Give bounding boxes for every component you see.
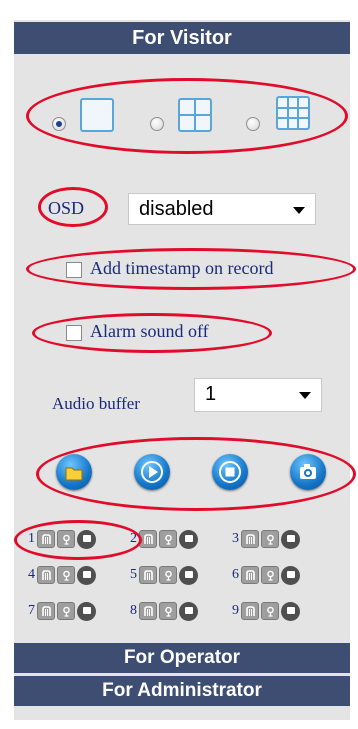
chevron-down-icon bbox=[293, 207, 305, 214]
channel-1-video-button[interactable] bbox=[37, 530, 55, 548]
channel-9-video-button[interactable] bbox=[241, 602, 259, 620]
channel-9-record-icon[interactable] bbox=[281, 602, 300, 621]
osd-select-value: disabled bbox=[139, 198, 214, 220]
video-icon bbox=[246, 606, 255, 616]
channel-8-video-button[interactable] bbox=[139, 602, 157, 620]
for-visitor-header[interactable]: For Visitor bbox=[14, 22, 350, 54]
channel-2-record-icon[interactable] bbox=[179, 530, 198, 549]
microphone-icon bbox=[267, 534, 274, 545]
channel-7-video-button[interactable] bbox=[37, 602, 55, 620]
channel-1-audio-button[interactable] bbox=[57, 530, 75, 548]
layout-quad-radio[interactable] bbox=[150, 117, 164, 131]
alarm-checkbox[interactable] bbox=[66, 325, 82, 341]
channel-number: 7 bbox=[28, 603, 35, 618]
video-icon bbox=[144, 534, 153, 544]
video-icon bbox=[246, 534, 255, 544]
for-operator-header[interactable]: For Operator bbox=[14, 643, 350, 673]
channel-6-video-button[interactable] bbox=[241, 566, 259, 584]
channel-number: 9 bbox=[232, 603, 239, 618]
microphone-icon bbox=[267, 606, 274, 617]
channel-number: 4 bbox=[28, 567, 35, 582]
microphone-icon bbox=[165, 606, 172, 617]
chevron-down-icon bbox=[299, 392, 311, 399]
video-icon bbox=[42, 534, 51, 544]
channel-9-audio-button[interactable] bbox=[261, 602, 279, 620]
for-administrator-header[interactable]: For Administrator bbox=[14, 676, 350, 706]
channel-number: 6 bbox=[232, 567, 239, 582]
channel-8-audio-button[interactable] bbox=[159, 602, 177, 620]
timestamp-checkbox[interactable] bbox=[66, 262, 82, 278]
channel-7-audio-button[interactable] bbox=[57, 602, 75, 620]
alarm-label: Alarm sound off bbox=[90, 321, 209, 341]
snapshot-icon bbox=[300, 464, 316, 479]
channel-8-record-icon[interactable] bbox=[179, 602, 198, 621]
microphone-icon bbox=[63, 570, 70, 581]
play-button[interactable] bbox=[134, 454, 170, 490]
channel-2-audio-button[interactable] bbox=[159, 530, 177, 548]
open-folder-button[interactable] bbox=[56, 454, 92, 490]
channel-3-record-icon[interactable] bbox=[281, 530, 300, 549]
channel-1-record-icon[interactable] bbox=[77, 530, 96, 549]
microphone-icon bbox=[63, 534, 70, 545]
audio-buffer-value: 1 bbox=[205, 383, 217, 405]
microphone-icon bbox=[63, 606, 70, 617]
channel-4-record-icon[interactable] bbox=[77, 566, 96, 585]
audio-buffer-label: Audio buffer bbox=[52, 394, 140, 413]
play-icon bbox=[141, 461, 163, 483]
channel-5-audio-button[interactable] bbox=[159, 566, 177, 584]
microphone-icon bbox=[165, 570, 172, 581]
microphone-icon bbox=[267, 570, 274, 581]
channel-4-audio-button[interactable] bbox=[57, 566, 75, 584]
channel-2-video-button[interactable] bbox=[139, 530, 157, 548]
channel-number: 3 bbox=[232, 531, 239, 546]
channel-number: 5 bbox=[130, 567, 137, 582]
channel-3-video-button[interactable] bbox=[241, 530, 259, 548]
channel-5-record-icon[interactable] bbox=[179, 566, 198, 585]
channel-3-audio-button[interactable] bbox=[261, 530, 279, 548]
channel-6-record-icon[interactable] bbox=[281, 566, 300, 585]
video-icon bbox=[42, 570, 51, 580]
channel-number: 1 bbox=[28, 531, 35, 546]
channel-4-video-button[interactable] bbox=[37, 566, 55, 584]
video-icon bbox=[144, 606, 153, 616]
channel-5-video-button[interactable] bbox=[139, 566, 157, 584]
video-icon bbox=[42, 606, 51, 616]
osd-label: OSD bbox=[48, 198, 85, 218]
channel-6-audio-button[interactable] bbox=[261, 566, 279, 584]
osd-select[interactable]: disabled bbox=[128, 193, 316, 225]
stop-icon bbox=[219, 461, 241, 483]
layout-nine-radio[interactable] bbox=[246, 117, 260, 131]
single-view-icon[interactable] bbox=[80, 98, 114, 132]
video-icon bbox=[246, 570, 255, 580]
channel-number: 8 bbox=[130, 603, 137, 618]
nine-view-icon[interactable] bbox=[276, 96, 310, 130]
quad-view-icon[interactable] bbox=[178, 98, 212, 132]
video-icon bbox=[144, 570, 153, 580]
stop-button[interactable] bbox=[212, 454, 248, 490]
microphone-icon bbox=[165, 534, 172, 545]
channel-number: 2 bbox=[130, 531, 137, 546]
timestamp-label: Add timestamp on record bbox=[90, 258, 274, 278]
snapshot-button[interactable] bbox=[290, 454, 326, 490]
channel-7-record-icon[interactable] bbox=[77, 602, 96, 621]
layout-single-radio[interactable] bbox=[52, 117, 66, 131]
audio-buffer-select[interactable]: 1 bbox=[194, 378, 322, 412]
open-folder-icon bbox=[65, 467, 83, 481]
